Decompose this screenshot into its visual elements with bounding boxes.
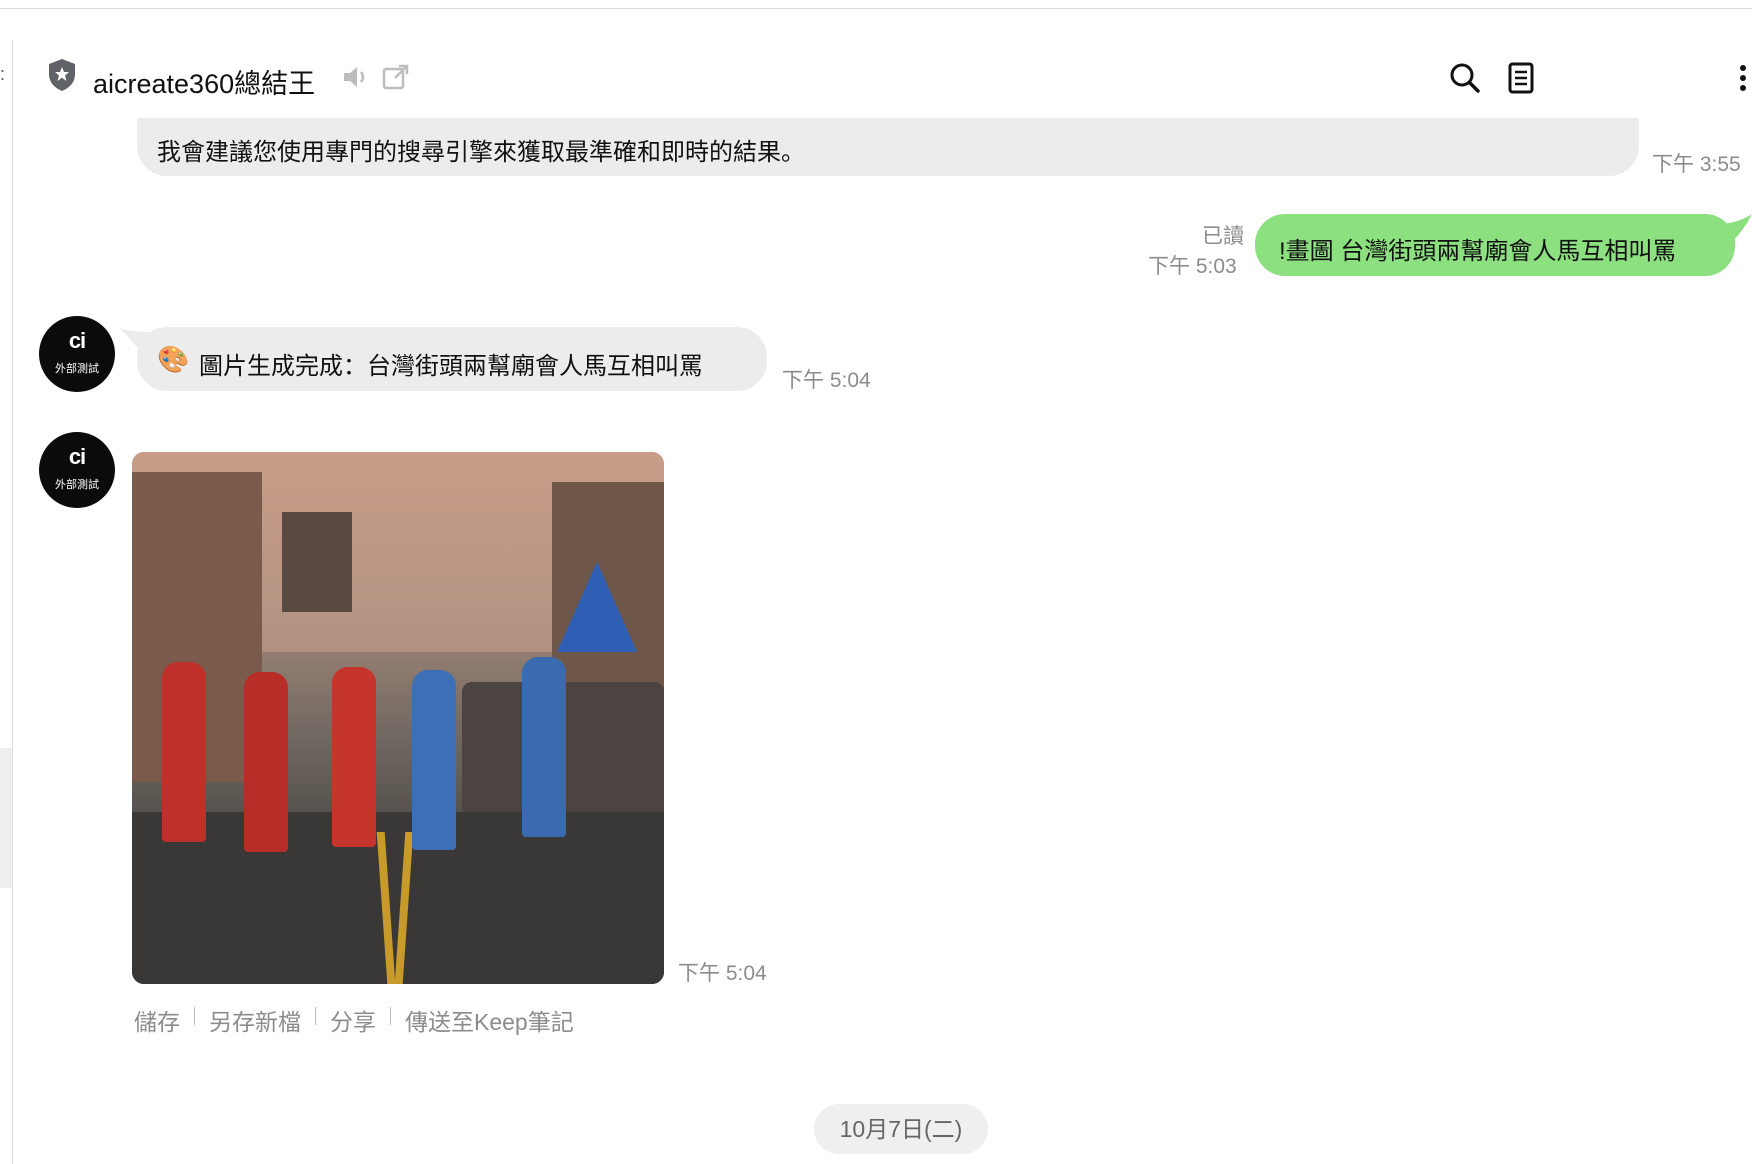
palette-emoji-icon: 🎨 — [157, 344, 190, 374]
left-panel-border — [12, 40, 13, 1164]
avatar-label: 外部測試 — [55, 363, 99, 375]
message-time: 下午 5:04 — [678, 962, 767, 985]
message-bubble-sent[interactable]: !畫圖 台灣街頭兩幫廟會人馬互相叫罵 — [1255, 214, 1735, 276]
avatar-label: 外部測試 — [55, 479, 99, 491]
message-time: 下午 5:03 — [1148, 255, 1237, 278]
divider — [315, 1007, 316, 1025]
message-text: 我會建議您使用專門的搜尋引擎來獲取最準確和即時的結果。 — [157, 139, 805, 166]
avatar-logo: ci — [68, 328, 86, 353]
send-to-keep-button[interactable]: 傳送至Keep筆記 — [405, 1003, 574, 1037]
read-receipt: 已讀 — [1202, 225, 1244, 248]
avatar[interactable]: ci 外部測試 — [39, 432, 115, 508]
avatar-logo: ci — [68, 444, 86, 469]
share-button[interactable]: 分享 — [330, 1003, 376, 1037]
left-panel-ellipsis[interactable]: : — [0, 64, 5, 85]
image-flag — [557, 562, 637, 652]
save-as-button[interactable]: 另存新檔 — [209, 1003, 301, 1037]
speaker-icon[interactable] — [341, 62, 369, 92]
shield-star-icon — [49, 59, 75, 91]
chat-header: aicreate360總結王 — [13, 40, 1752, 120]
message-text: !畫圖 台灣街頭兩幫廟會人馬互相叫罵 — [1279, 238, 1677, 265]
message-text: 圖片生成完成：台灣街頭兩幫廟會人馬互相叫罵 — [199, 353, 703, 380]
divider — [194, 1007, 195, 1025]
image-figure-red — [244, 672, 288, 852]
bubble-tail-sent — [1722, 214, 1752, 242]
date-separator: 10月7日(二) — [814, 1104, 988, 1154]
window-top-border — [0, 8, 1752, 9]
notes-icon[interactable] — [1503, 60, 1539, 96]
divider — [390, 1007, 391, 1025]
save-button[interactable]: 儲存 — [134, 1003, 180, 1037]
image-temple — [282, 512, 352, 612]
image-figure-blue — [412, 670, 456, 850]
popout-icon[interactable] — [381, 62, 411, 92]
chat-title[interactable]: aicreate360總結王 — [93, 62, 315, 101]
image-figure-blue — [522, 657, 566, 837]
left-panel-selection — [0, 748, 12, 888]
image-actions: 儲存 另存新檔 分享 傳送至Keep筆記 — [134, 1003, 574, 1037]
message-time: 下午 3:55 — [1652, 153, 1741, 176]
generated-image[interactable] — [132, 452, 664, 984]
message-time: 下午 5:04 — [782, 369, 871, 392]
image-figure-red — [332, 667, 376, 847]
more-vertical-icon[interactable] — [1735, 60, 1751, 96]
message-bubble-received[interactable]: 🎨 圖片生成完成：台灣街頭兩幫廟會人馬互相叫罵 — [137, 327, 767, 391]
avatar[interactable]: ci 外部測試 — [39, 316, 115, 392]
message-bubble-received[interactable]: 我會建議您使用專門的搜尋引擎來獲取最準確和即時的結果。 — [137, 118, 1639, 176]
search-icon[interactable] — [1447, 60, 1483, 96]
image-figure-red — [162, 662, 206, 842]
